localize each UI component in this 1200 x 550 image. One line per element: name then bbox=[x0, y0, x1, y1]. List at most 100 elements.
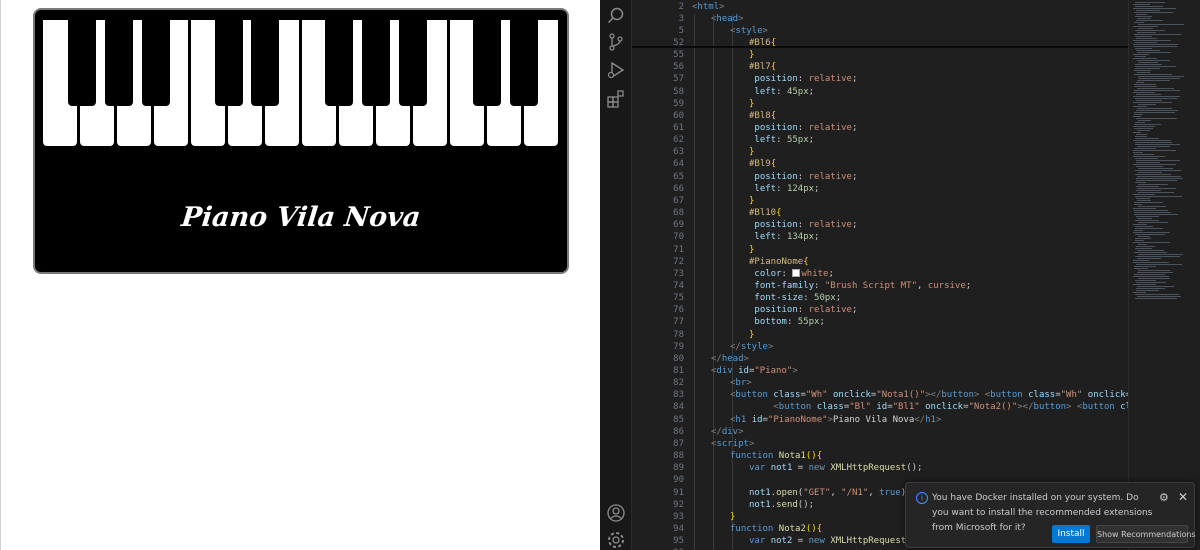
minimap-line bbox=[1133, 4, 1150, 5]
line-number: 73 bbox=[673, 268, 684, 279]
minimap-line bbox=[1138, 244, 1147, 245]
code-text: } bbox=[730, 511, 736, 522]
line-number: 76 bbox=[673, 305, 684, 316]
black-key[interactable] bbox=[362, 20, 390, 106]
minimap-line bbox=[1133, 262, 1169, 263]
line-number: 61 bbox=[673, 123, 684, 133]
piano: Piano Vila Nova bbox=[33, 8, 569, 274]
minimap-line bbox=[1135, 98, 1177, 99]
minimap-line bbox=[1137, 286, 1174, 287]
minimap-line bbox=[1135, 42, 1157, 43]
minimap-line bbox=[1135, 256, 1180, 257]
line-number: 75 bbox=[673, 293, 684, 304]
code-text: function Nota2(){ bbox=[730, 523, 823, 534]
show-recommendations-button[interactable]: Show Recommendations bbox=[1096, 525, 1196, 543]
black-key[interactable] bbox=[325, 20, 353, 106]
code-text: } bbox=[749, 244, 755, 255]
line-number: 70 bbox=[673, 232, 684, 243]
minimap-line bbox=[1134, 274, 1165, 275]
minimap-line bbox=[1134, 268, 1148, 269]
minimap-line bbox=[1138, 24, 1184, 25]
minimap-line bbox=[1137, 60, 1170, 61]
extensions-icon[interactable] bbox=[606, 89, 626, 109]
run-debug-icon[interactable] bbox=[606, 60, 626, 80]
minimap-line bbox=[1137, 258, 1161, 259]
code-text: <button class="Wh" onclick="Nota1()"></b… bbox=[730, 390, 1168, 401]
code-line: 76 position: relative; bbox=[632, 304, 1168, 316]
minimap-line bbox=[1138, 62, 1158, 63]
black-key[interactable] bbox=[510, 20, 538, 106]
minimap-line bbox=[1135, 238, 1151, 239]
black-key[interactable] bbox=[399, 20, 427, 106]
code-line: 58 left: 45px; bbox=[632, 86, 1168, 98]
black-key[interactable] bbox=[105, 20, 133, 106]
line-number: 3 bbox=[678, 13, 684, 24]
line-number: 64 bbox=[673, 159, 684, 170]
minimap-line bbox=[1134, 212, 1171, 213]
notification-gear-icon[interactable]: ⚙ bbox=[1159, 492, 1171, 504]
minimap-line bbox=[1136, 264, 1182, 265]
black-key[interactable] bbox=[142, 20, 170, 106]
minimap-line bbox=[1133, 140, 1171, 141]
minimap-line bbox=[1136, 162, 1160, 163]
code-line: 85 <h1 id="PianoNome">Piano Vila Nova</h1… bbox=[632, 414, 1168, 426]
minimap-line bbox=[1133, 44, 1178, 45]
minimap-line bbox=[1135, 56, 1146, 57]
minimap-line bbox=[1133, 292, 1146, 293]
minimap-line bbox=[1136, 134, 1147, 135]
minimap[interactable] bbox=[1128, 0, 1200, 550]
black-key[interactable] bbox=[251, 20, 279, 106]
code-text: left: 134px; bbox=[754, 232, 820, 243]
code-text: <h1 id="PianoNome">Piano Vila Nova</h1> bbox=[730, 414, 942, 425]
minimap-line bbox=[1133, 152, 1143, 153]
line-number: 63 bbox=[673, 147, 684, 158]
code-text: <head> bbox=[711, 13, 744, 24]
minimap-line bbox=[1133, 54, 1149, 55]
code-text: #PianoNome{ bbox=[749, 256, 809, 267]
close-icon[interactable]: ✕ bbox=[1178, 491, 1190, 503]
black-key[interactable] bbox=[473, 20, 501, 106]
code-text: } bbox=[749, 147, 755, 158]
code-line: 82 <br> bbox=[632, 377, 1168, 389]
minimap-line bbox=[1134, 86, 1157, 87]
code-text: position: relative; bbox=[754, 305, 858, 316]
minimap-line bbox=[1134, 34, 1181, 35]
minimap-line bbox=[1134, 70, 1151, 71]
code-text: <html> bbox=[692, 1, 725, 12]
code-line: 68 #Bl10{ bbox=[632, 207, 1168, 219]
code-line: 80 </head> bbox=[632, 353, 1168, 365]
code-line: 69 position: relative; bbox=[632, 219, 1168, 231]
minimap-line bbox=[1133, 224, 1147, 225]
minimap-line bbox=[1134, 148, 1156, 149]
vscode-window: 2 <html> 3 <head> 5 <style> 52 #Bl6{55} 56 #Bl7{5… bbox=[600, 0, 1200, 550]
manage-gear-icon[interactable] bbox=[606, 530, 626, 550]
black-key[interactable] bbox=[68, 20, 96, 106]
minimap-line bbox=[1136, 216, 1159, 217]
minimap-line bbox=[1138, 192, 1174, 193]
minimap-line bbox=[1134, 202, 1163, 203]
code-line: 72 #PianoNome{ bbox=[632, 256, 1168, 268]
minimap-line bbox=[1133, 102, 1172, 103]
line-number: 71 bbox=[673, 244, 684, 255]
account-icon[interactable] bbox=[606, 503, 626, 523]
minimap-line bbox=[1137, 32, 1156, 33]
line-number: 87 bbox=[673, 438, 684, 449]
minimap-line bbox=[1136, 110, 1178, 111]
line-number: 68 bbox=[673, 208, 684, 219]
search-icon[interactable] bbox=[606, 6, 626, 26]
code-text: #Bl8{ bbox=[749, 110, 777, 121]
line-number: 66 bbox=[673, 183, 684, 194]
code-line: 67} bbox=[632, 195, 1168, 207]
source-control-icon[interactable] bbox=[606, 32, 626, 52]
code-line: 60 #Bl8{ bbox=[632, 110, 1168, 122]
line-number: 74 bbox=[673, 280, 684, 291]
line-number: 89 bbox=[673, 463, 684, 474]
minimap-line bbox=[1138, 168, 1173, 169]
minimap-line bbox=[1135, 122, 1145, 123]
minimap-line bbox=[1135, 248, 1152, 249]
install-button[interactable]: Install bbox=[1052, 525, 1090, 543]
minimap-line bbox=[1133, 132, 1141, 133]
code-editor[interactable]: 2 <html> 3 <head> 5 <style> 52 #Bl6{55} 56 #Bl7{5… bbox=[632, 0, 1168, 550]
black-key[interactable] bbox=[215, 20, 243, 106]
minimap-line bbox=[1138, 104, 1156, 105]
